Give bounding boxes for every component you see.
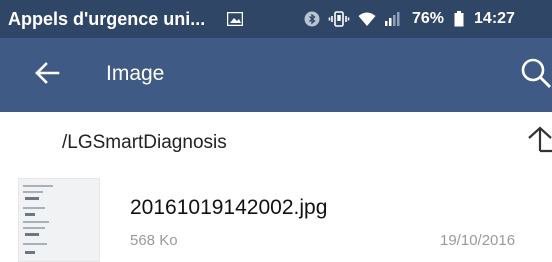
file-size: 568 Ko [130, 232, 178, 249]
bluetooth-icon [304, 11, 320, 27]
parent-folder-button[interactable] [518, 124, 552, 160]
current-path: /LGSmartDiagnosis [62, 132, 227, 153]
arrow-up-icon [518, 126, 552, 164]
notification-title: Appels d'urgence uni... [8, 8, 206, 29]
back-button[interactable] [30, 58, 64, 92]
page-title: Image [106, 62, 165, 85]
path-bar: /LGSmartDiagnosis [0, 112, 552, 174]
clock: 14:27 [474, 10, 515, 27]
signal-icon [384, 11, 402, 27]
status-bar: Appels d'urgence uni... 76% 14:27 [0, 0, 552, 38]
app-bar: Image [0, 38, 552, 112]
vibrate-icon [328, 11, 350, 27]
battery-icon [454, 11, 464, 27]
search-button[interactable] [520, 56, 552, 94]
arrow-left-icon [34, 61, 60, 90]
file-name: 20161019142002.jpg [130, 196, 328, 219]
status-icons: 76% 14:27 [304, 0, 515, 38]
image-icon [227, 11, 244, 27]
list-item[interactable]: 20161019142002.jpg 568 Ko 19/10/2016 [0, 174, 552, 262]
file-date: 19/10/2016 [440, 232, 516, 249]
wifi-icon [358, 11, 376, 27]
file-thumbnail [18, 178, 100, 262]
search-icon [520, 57, 552, 94]
battery-percent: 76% [412, 10, 445, 27]
